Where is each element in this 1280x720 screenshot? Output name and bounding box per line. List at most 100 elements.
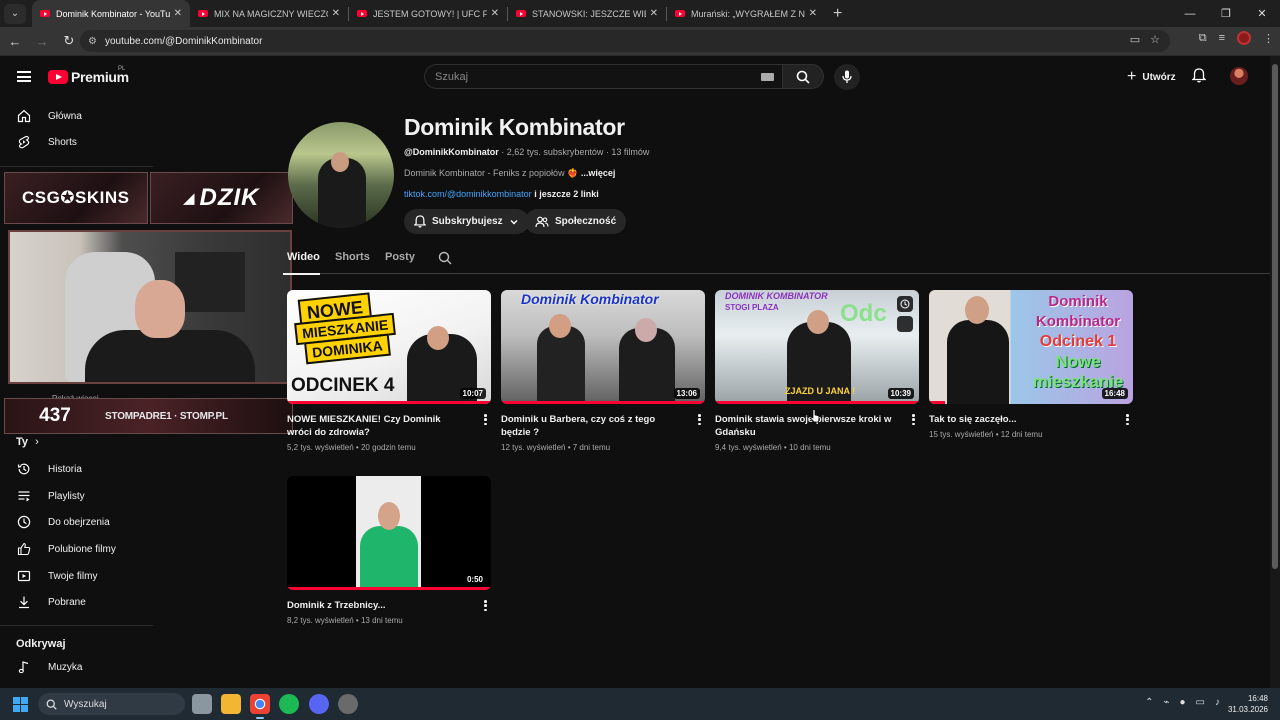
video-thumbnail[interactable]: Dominik Kombinator 13:06 <box>501 290 705 404</box>
file-explorer-icon[interactable] <box>221 694 241 714</box>
browser-tab-1[interactable]: MIX NA MAGICZNY WIECZÓR z ✕ <box>190 0 348 27</box>
video-title[interactable]: Dominik u Barbera, czy coś z tego będzie… <box>501 413 681 439</box>
search-box[interactable] <box>424 64 784 89</box>
close-tab-icon[interactable]: ✕ <box>332 8 340 19</box>
notifications-bell-icon[interactable] <box>1191 68 1207 86</box>
more-options-icon[interactable] <box>483 600 489 613</box>
taskbar-search[interactable]: Wyszukaj <box>38 693 185 715</box>
new-tab-button[interactable]: + <box>833 5 842 23</box>
browser-tab-3[interactable]: STANOWSKI: JESZCZE WIĘCEJ K ✕ <box>508 0 666 27</box>
taskbar-clock[interactable]: 16:48 31.03.2026 <box>1228 693 1268 715</box>
page-scrollbar[interactable] <box>1270 56 1280 688</box>
browser-tab-2[interactable]: JESTEM GOTOWY! | UFC FIGHT ✕ <box>349 0 507 27</box>
restore-icon[interactable]: ❐ <box>1208 7 1244 20</box>
sidebar-item-watch-later[interactable]: Do obejrzenia <box>0 509 150 535</box>
cast-icon[interactable]: ▭ <box>1130 33 1140 46</box>
watch-later-hover-icon[interactable] <box>897 296 913 312</box>
browser-tab-4[interactable]: Murański: „WYGRAŁEM Z NITR ✕ <box>667 0 825 27</box>
video-card[interactable]: NOWE MIESZKANIE DOMINIKA ODCINEK 4 10:07… <box>287 290 491 452</box>
video-card[interactable]: Dominik Kombinator Odcinek 1 Nowe mieszk… <box>929 290 1133 439</box>
sidebar-item-home[interactable]: Główna <box>0 103 150 129</box>
chrome-icon[interactable] <box>250 694 270 719</box>
forward-arrow-icon[interactable]: → <box>30 34 54 49</box>
sidebar-item-downloads[interactable]: Pobrane <box>0 589 150 615</box>
more-link[interactable]: ...więcej <box>581 168 616 178</box>
channel-search-icon[interactable] <box>438 251 452 268</box>
search-input[interactable] <box>435 70 735 83</box>
account-avatar[interactable] <box>1230 67 1248 85</box>
task-view-icon[interactable] <box>192 694 212 714</box>
video-thumbnail[interactable]: 0:50 <box>287 476 491 590</box>
tab-shorts[interactable]: Shorts <box>335 251 370 263</box>
youtube-premium-logo[interactable]: Premium PL <box>48 66 129 85</box>
reading-list-icon[interactable]: ≡ <box>1219 32 1225 44</box>
close-tab-icon[interactable]: ✕ <box>809 8 817 19</box>
minimize-icon[interactable]: — <box>1172 8 1208 20</box>
subscribed-button[interactable]: Subskrybujesz <box>404 209 529 234</box>
spotify-icon[interactable] <box>279 694 299 714</box>
more-links[interactable]: i jeszcze 2 linki <box>534 189 599 199</box>
scrollbar-thumb[interactable] <box>1272 64 1278 569</box>
reload-icon[interactable]: ↻ <box>57 33 81 49</box>
video-card[interactable]: Dominik Kombinator 13:06 Dominik u Barbe… <box>501 290 705 452</box>
video-thumbnail[interactable]: NOWE MIESZKANIE DOMINIKA ODCINEK 4 10:07 <box>287 290 491 404</box>
close-tab-icon[interactable]: ✕ <box>174 8 182 19</box>
keyboard-icon[interactable] <box>761 73 774 81</box>
sidebar-item-playlists[interactable]: Playlisty <box>0 483 150 509</box>
more-options-icon[interactable] <box>1125 414 1131 427</box>
tab-videos[interactable]: Wideo <box>283 251 320 275</box>
channel-description[interactable]: Dominik Kombinator - Feniks z popiołów ❤… <box>404 168 615 179</box>
extensions-icon[interactable]: ⧉ <box>1199 32 1207 45</box>
bookmark-star-icon[interactable]: ☆ <box>1150 33 1160 46</box>
close-tab-icon[interactable]: ✕ <box>491 8 499 19</box>
more-options-icon[interactable] <box>911 414 917 427</box>
tab-search-menu-button[interactable]: ⌄ <box>4 3 26 24</box>
sidebar-section-you[interactable]: Ty › <box>16 436 39 448</box>
stream-overlay: CSG✪SKINS ◢DZIK Pokaż więcej 437 STOMPAD… <box>4 172 293 434</box>
tiktok-link[interactable]: tiktok.com/@dominikkombinator <box>404 189 532 199</box>
tray-overflow-icon[interactable]: ⌃ <box>1145 697 1153 708</box>
video-title[interactable]: Dominik z Trzebnicy... <box>287 599 467 612</box>
video-title[interactable]: Tak to się zaczęło... <box>929 413 1109 426</box>
network-icon[interactable]: ⌁ <box>1163 697 1169 708</box>
community-button[interactable]: Społeczność <box>525 209 627 234</box>
create-button[interactable]: + Utwórz <box>1119 64 1184 90</box>
video-card[interactable]: 0:50 Dominik z Trzebnicy... 8,2 tys. wyś… <box>287 476 491 625</box>
browser-profile-avatar[interactable] <box>1237 31 1251 45</box>
browser-menu-icon[interactable]: ⋮ <box>1263 32 1274 45</box>
obs-icon[interactable] <box>338 694 358 714</box>
avatar-head <box>331 152 349 172</box>
close-tab-icon[interactable]: ✕ <box>650 8 658 19</box>
tab-title: JESTEM GOTOWY! | UFC FIGHT <box>373 8 487 19</box>
mic-tray-icon[interactable]: ● <box>1180 697 1186 708</box>
windows-start-icon[interactable] <box>13 697 28 712</box>
sidebar-item-shorts[interactable]: Shorts <box>0 129 150 155</box>
volume-icon[interactable]: ♪ <box>1215 697 1220 708</box>
more-options-icon[interactable] <box>697 414 703 427</box>
sidebar-item-history[interactable]: Historia <box>0 456 150 482</box>
guide-menu-icon[interactable] <box>17 71 31 82</box>
discord-icon[interactable] <box>309 694 329 714</box>
video-thumbnail[interactable]: Dominik Kombinator Odcinek 1 Nowe mieszk… <box>929 290 1133 404</box>
video-card[interactable]: DOMINIK KOMBINATOR STOGI PLAZA Odc ZJAZD… <box>715 290 919 452</box>
video-title[interactable]: Dominik stawia swoje pierwsze kroki w Gd… <box>715 413 895 439</box>
tab-posts[interactable]: Posty <box>385 251 415 263</box>
heart-emoji-icon: ❤‍🔥 <box>567 168 581 178</box>
video-thumbnail[interactable]: DOMINIK KOMBINATOR STOGI PLAZA Odc ZJAZD… <box>715 290 919 404</box>
back-arrow-icon[interactable]: ← <box>3 34 27 49</box>
sidebar-item-liked[interactable]: Polubione filmy <box>0 536 150 562</box>
site-info-icon[interactable]: ⚙ <box>88 36 97 47</box>
video-title[interactable]: NOWE MIESZKANIE! Czy Dominik wróci do zd… <box>287 413 467 439</box>
voice-search-button[interactable] <box>834 64 860 90</box>
channel-avatar[interactable] <box>288 122 394 228</box>
url-bar[interactable]: ⚙ youtube.com/@DominikKombinator ▭ ☆ <box>80 30 1170 52</box>
browser-tab-0[interactable]: Dominik Kombinator - YouTube ✕ <box>32 0 190 27</box>
close-window-icon[interactable]: ✕ <box>1244 7 1280 20</box>
sidebar-item-music[interactable]: Muzyka <box>0 654 150 680</box>
add-to-queue-icon[interactable] <box>897 316 913 332</box>
channel-handle: @DominikKombinator <box>404 147 499 157</box>
display-icon[interactable]: ▭ <box>1196 697 1205 708</box>
search-button[interactable] <box>782 64 824 89</box>
sidebar-item-your-videos[interactable]: Twoje filmy <box>0 563 150 589</box>
more-options-icon[interactable] <box>483 414 489 427</box>
